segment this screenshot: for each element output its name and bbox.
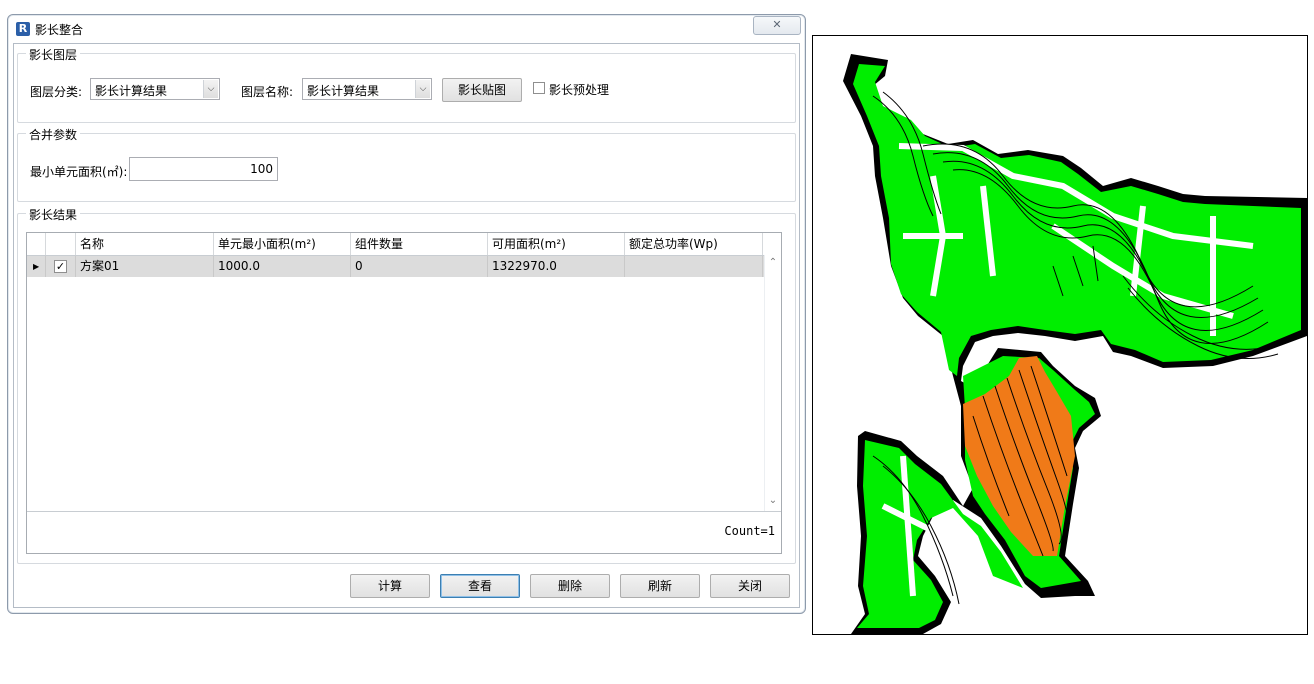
layer-name-label: 图层名称: [241, 85, 294, 99]
window-title: 影长整合 [35, 23, 84, 37]
grid-header: 名称 单元最小面积(m²) 组件数量 可用面积(m²) 额定总功率(Wp) [27, 233, 765, 256]
min-area-label: 最小单元面积(㎡): [30, 165, 128, 179]
calculate-button[interactable]: 计算 [350, 574, 430, 598]
checkbox-header[interactable] [46, 233, 76, 255]
category-label: 图层分类: [30, 85, 83, 99]
col-header-name[interactable]: 名称 [76, 233, 214, 255]
delete-button[interactable]: 删除 [530, 574, 610, 598]
view-button[interactable]: 查看 [440, 574, 520, 598]
col-header-usable-area[interactable]: 可用面积(m²) [488, 233, 625, 255]
cell-min-area[interactable]: 1000.0 [214, 256, 351, 277]
preprocess-checkbox[interactable] [533, 82, 545, 94]
terrain-map-svg [843, 54, 1307, 634]
table-row[interactable]: ▶ ✓ 方案01 1000.0 0 1322970.0 [27, 256, 765, 277]
cell-components[interactable]: 0 [351, 256, 488, 277]
grid-footer: Count=1 [27, 511, 781, 553]
close-button[interactable]: 关闭 [710, 574, 790, 598]
min-area-value: 100 [250, 162, 273, 176]
shadow-map-button[interactable]: 影长贴图 [442, 78, 522, 102]
grid-vertical-scrollbar[interactable]: ⌃ ⌄ [764, 255, 781, 511]
min-area-input[interactable]: 100 [129, 157, 278, 181]
revit-app-icon: R [16, 22, 30, 36]
col-header-rated-power[interactable]: 额定总功率(Wp) [625, 233, 763, 255]
scroll-down-icon[interactable]: ⌄ [765, 495, 781, 511]
row-checkbox[interactable]: ✓ [54, 260, 67, 273]
close-window-button[interactable]: ✕ [753, 16, 801, 35]
layer-group-legend: 影长图层 [26, 46, 81, 63]
result-group-legend: 影长结果 [26, 206, 81, 223]
row-pointer-icon: ▶ [27, 256, 46, 277]
scroll-up-icon[interactable]: ⌃ [765, 257, 781, 273]
category-select-value: 影长计算结果 [95, 84, 168, 98]
row-check-cell[interactable]: ✓ [46, 256, 76, 277]
result-grid[interactable]: 名称 单元最小面积(m²) 组件数量 可用面积(m²) 额定总功率(Wp) ▶ … [26, 232, 782, 554]
title-bar[interactable]: R 影长整合 ✕ [8, 15, 805, 43]
merge-group-legend: 合并参数 [26, 126, 81, 143]
row-indicator-header [27, 233, 46, 255]
layer-name-select[interactable]: 影长计算结果 ⌵ [302, 78, 432, 100]
cell-rated-power[interactable] [625, 256, 763, 277]
cell-name[interactable]: 方案01 [76, 256, 214, 277]
col-header-components[interactable]: 组件数量 [351, 233, 488, 255]
col-header-min-area[interactable]: 单元最小面积(m²) [214, 233, 351, 255]
dialog-client: 影长图层 图层分类: 影长计算结果 ⌵ 图层名称: 影长计算结果 ⌵ 影长贴图 … [13, 43, 800, 608]
row-count: Count=1 [724, 524, 775, 538]
land-north [853, 64, 1301, 376]
chevron-down-icon[interactable]: ⌵ [415, 80, 430, 98]
shadow-map-preview[interactable] [812, 35, 1308, 635]
layer-group: 影长图层 图层分类: 影长计算结果 ⌵ 图层名称: 影长计算结果 ⌵ 影长贴图 … [17, 46, 796, 123]
refresh-button[interactable]: 刷新 [620, 574, 700, 598]
layer-name-select-value: 影长计算结果 [307, 84, 380, 98]
merge-dialog: R 影长整合 ✕ 影长图层 图层分类: 影长计算结果 ⌵ 图层名称: 影长计算结… [7, 14, 806, 614]
chevron-down-icon[interactable]: ⌵ [203, 80, 218, 98]
cell-usable-area[interactable]: 1322970.0 [488, 256, 625, 277]
preprocess-label: 影长预处理 [549, 83, 610, 97]
category-select[interactable]: 影长计算结果 ⌵ [90, 78, 220, 100]
merge-group: 合并参数 最小单元面积(㎡): 100 [17, 126, 796, 202]
